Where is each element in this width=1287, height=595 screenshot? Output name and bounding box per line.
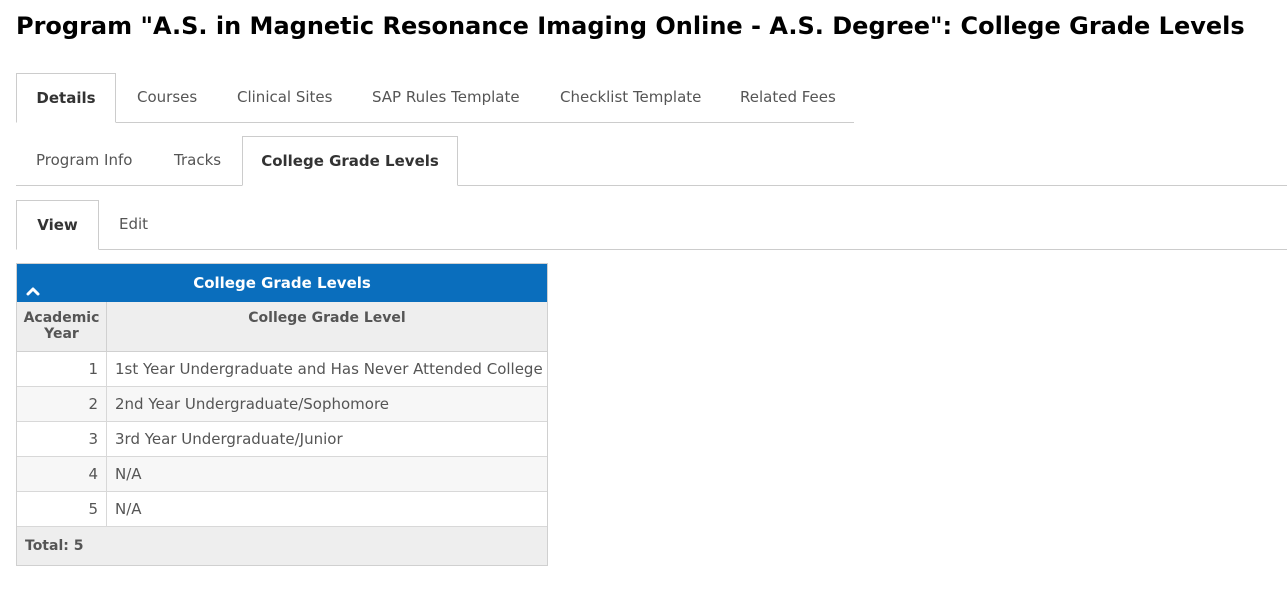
tab-view[interactable]: View: [16, 200, 99, 250]
grade-level-cell: N/A: [115, 465, 142, 483]
tab-program-info[interactable]: Program Info: [36, 136, 132, 185]
table-row: 4 N/A: [17, 457, 547, 492]
tab-related-fees[interactable]: Related Fees: [740, 73, 836, 122]
tab-clinical-sites[interactable]: Clinical Sites: [237, 73, 332, 122]
grid-total: Total: 5: [17, 527, 547, 565]
grid-title: College Grade Levels: [193, 274, 371, 292]
table-row: 2 2nd Year Undergraduate/Sophomore: [17, 387, 547, 422]
tab-details[interactable]: Details: [16, 73, 116, 123]
college-grade-levels-grid: College Grade Levels Academic Year Colle…: [16, 263, 548, 566]
main-tab-bar: Details Courses Clinical Sites SAP Rules…: [16, 73, 854, 123]
chevron-up-icon[interactable]: [25, 275, 41, 296]
tab-edit[interactable]: Edit: [119, 200, 148, 249]
grade-level-cell: N/A: [115, 500, 142, 518]
grid-column-headers: Academic Year College Grade Level: [17, 302, 547, 352]
academic-year-cell: 3: [17, 422, 107, 456]
tab-tracks[interactable]: Tracks: [174, 136, 221, 185]
grade-level-cell: 1st Year Undergraduate and Has Never Att…: [115, 360, 543, 378]
sub-tab-bar: Program Info Tracks College Grade Levels: [16, 136, 1287, 186]
table-row: 3 3rd Year Undergraduate/Junior: [17, 422, 547, 457]
tab-checklist-template[interactable]: Checklist Template: [560, 73, 701, 122]
column-header-college-grade-level[interactable]: College Grade Level: [107, 302, 547, 351]
tab-courses[interactable]: Courses: [137, 73, 197, 122]
view-edit-tab-bar: View Edit: [16, 200, 1287, 250]
grade-level-cell: 3rd Year Undergraduate/Junior: [115, 430, 343, 448]
grade-level-cell: 2nd Year Undergraduate/Sophomore: [115, 395, 390, 413]
tab-college-grade-levels[interactable]: College Grade Levels: [242, 136, 458, 186]
academic-year-cell: 2: [17, 387, 107, 421]
table-row: 1 1st Year Undergraduate and Has Never A…: [17, 352, 547, 387]
grid-header: College Grade Levels: [17, 264, 547, 302]
academic-year-cell: 4: [17, 457, 107, 491]
academic-year-cell: 1: [17, 352, 107, 386]
tab-sap-rules-template[interactable]: SAP Rules Template: [372, 73, 520, 122]
academic-year-cell: 5: [17, 492, 107, 526]
table-row: 5 N/A: [17, 492, 547, 527]
column-header-academic-year[interactable]: Academic Year: [17, 302, 107, 351]
grid-body: 1 1st Year Undergraduate and Has Never A…: [17, 352, 547, 527]
page-title: Program "A.S. in Magnetic Resonance Imag…: [16, 12, 1245, 40]
